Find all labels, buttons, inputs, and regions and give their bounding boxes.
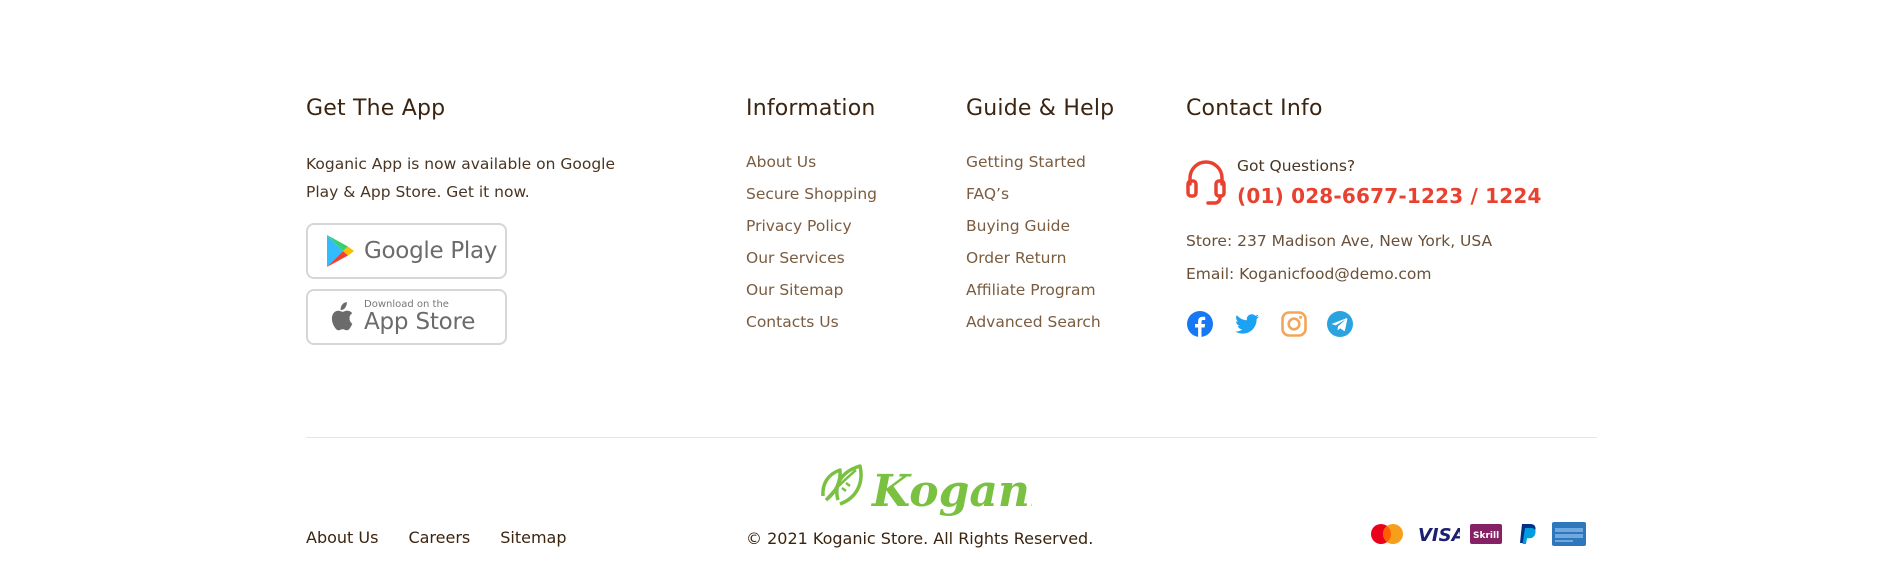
guide-link-faqs[interactable]: FAQ’s [966, 184, 1101, 216]
information-links: About Us Secure Shopping Privacy Policy … [746, 152, 877, 344]
skrill-text: Skrill [1473, 531, 1499, 541]
twitter-icon[interactable] [1233, 310, 1261, 338]
contact-title: Contact Info [1186, 96, 1323, 121]
guide-link-advanced-search[interactable]: Advanced Search [966, 312, 1101, 344]
headset-icon [1186, 158, 1226, 206]
koganic-logo-text: Koganic [870, 466, 1032, 517]
app-store-label: App Store [364, 309, 476, 335]
info-link-privacy-policy[interactable]: Privacy Policy [746, 216, 877, 248]
mastercard-icon [1368, 522, 1406, 546]
bottom-link-careers[interactable]: Careers [408, 528, 470, 547]
visa-text: VISA [1418, 525, 1460, 546]
bottom-links: About Us Careers Sitemap [306, 528, 567, 547]
site-footer: Get The App Koganic App is now available… [0, 0, 1904, 588]
guide-link-buying-guide[interactable]: Buying Guide [966, 216, 1101, 248]
email-address[interactable]: Email: Koganicfood@demo.com [1186, 265, 1432, 283]
skrill-icon: Skrill [1470, 522, 1502, 546]
info-link-contacts-us[interactable]: Contacts Us [746, 312, 877, 344]
get-app-description: Koganic App is now available on Google P… [306, 155, 616, 201]
bottom-link-sitemap[interactable]: Sitemap [500, 528, 566, 547]
guide-link-order-return[interactable]: Order Return [966, 248, 1101, 280]
bottom-link-about-us[interactable]: About Us [306, 528, 378, 547]
info-link-secure-shopping[interactable]: Secure Shopping [746, 184, 877, 216]
google-play-button[interactable]: Google Play [306, 223, 507, 279]
payment-methods: VISA Skrill [1368, 522, 1586, 546]
guide-links: Getting Started FAQ’s Buying Guide Order… [966, 152, 1101, 344]
facebook-icon[interactable] [1186, 310, 1214, 338]
paypal-icon [1512, 522, 1542, 546]
apple-icon [324, 300, 356, 334]
amex-icon [1552, 522, 1586, 546]
info-link-our-sitemap[interactable]: Our Sitemap [746, 280, 877, 312]
app-store-button[interactable]: Download on the App Store [306, 289, 507, 345]
guide-link-affiliate-program[interactable]: Affiliate Program [966, 280, 1101, 312]
app-store-text: Download on the App Store [364, 299, 475, 335]
telegram-icon[interactable] [1326, 310, 1354, 338]
google-play-label: Google Play [364, 238, 498, 264]
got-questions-label: Got Questions? [1237, 157, 1356, 175]
get-app-title: Get The App [306, 96, 446, 121]
visa-icon: VISA [1416, 522, 1460, 546]
copyright-text: © 2021 Koganic Store. All Rights Reserve… [746, 529, 1094, 548]
guide-title: Guide & Help [966, 96, 1115, 121]
koganic-logo-graphic: Koganic [821, 464, 1074, 517]
store-address: Store: 237 Madison Ave, New York, USA [1186, 232, 1493, 250]
instagram-icon[interactable] [1280, 310, 1308, 338]
info-link-our-services[interactable]: Our Services [746, 248, 877, 280]
info-link-about-us[interactable]: About Us [746, 152, 877, 184]
guide-link-getting-started[interactable]: Getting Started [966, 152, 1101, 184]
phone-number[interactable]: (01) 028-6677-1223 / 1224 [1237, 184, 1542, 208]
koganic-logo[interactable]: Koganic [818, 456, 1074, 522]
information-title: Information [746, 96, 876, 121]
google-play-icon [324, 234, 356, 268]
footer-divider [306, 437, 1597, 438]
